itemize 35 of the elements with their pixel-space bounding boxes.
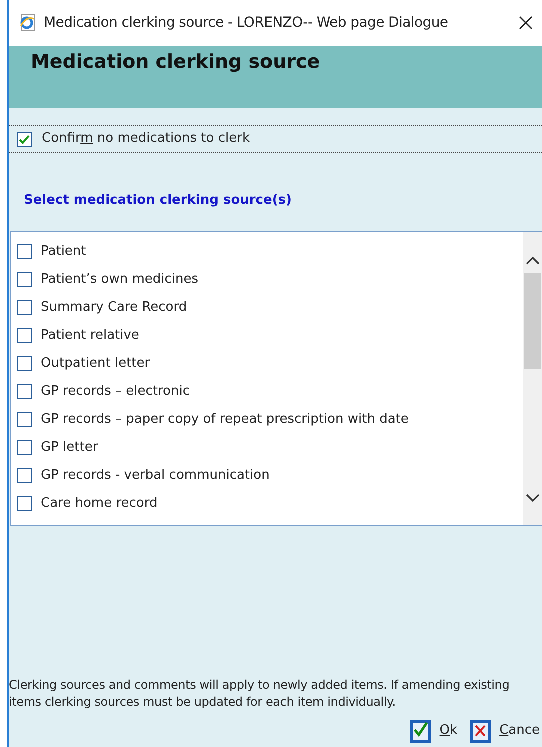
checkbox[interactable] [17,244,32,259]
cancel-button[interactable]: Cance [470,719,540,743]
source-label[interactable]: GP records – electronic [41,382,190,402]
checkbox[interactable] [17,272,32,287]
source-label[interactable]: Patient [41,242,86,262]
ok-button[interactable]: Ok [410,719,458,743]
checkbox[interactable] [17,328,32,343]
x-mark-icon [470,719,492,743]
source-label[interactable]: Outpatient letter [41,354,150,374]
checkbox[interactable] [17,412,32,427]
source-label[interactable]: GP records – paper copy of repeat prescription with date [41,410,409,430]
source-label[interactable]: Care home record [41,494,158,514]
checkbox[interactable] [17,496,32,511]
section-heading: Select medication clerking source(s) [24,192,293,210]
scroll-thumb[interactable] [524,272,541,368]
checkbox[interactable] [17,300,32,315]
scrollbar[interactable] [523,232,542,524]
scroll-down-icon[interactable] [526,494,540,502]
checkbox[interactable] [17,384,32,399]
confirm-label[interactable]: Confirm no medications to clerk [42,129,250,149]
browser-icon [19,14,37,32]
source-label[interactable]: GP letter [41,438,98,458]
info-note: Clerking sources and comments will apply to newly added items. If amending existing items clerking sources must be updated for each item individually. [9,677,511,711]
checkbox[interactable] [17,356,32,371]
source-label[interactable]: Summary Care Record [41,298,188,318]
window-title: Medication clerking source - LORENZO-- Web page Dialogue [44,14,448,32]
checkbox[interactable] [17,440,32,455]
source-label[interactable]: Patient’s own medicines [41,270,199,290]
checkmark-icon [410,719,432,743]
header-title: Medication clerking source [31,51,320,73]
source-label[interactable]: Patient relative [41,326,140,346]
checkbox[interactable] [17,132,32,146]
scroll-up-icon[interactable] [526,256,540,264]
source-label[interactable]: GP records - verbal communication [41,466,270,486]
checkbox[interactable] [17,468,32,483]
